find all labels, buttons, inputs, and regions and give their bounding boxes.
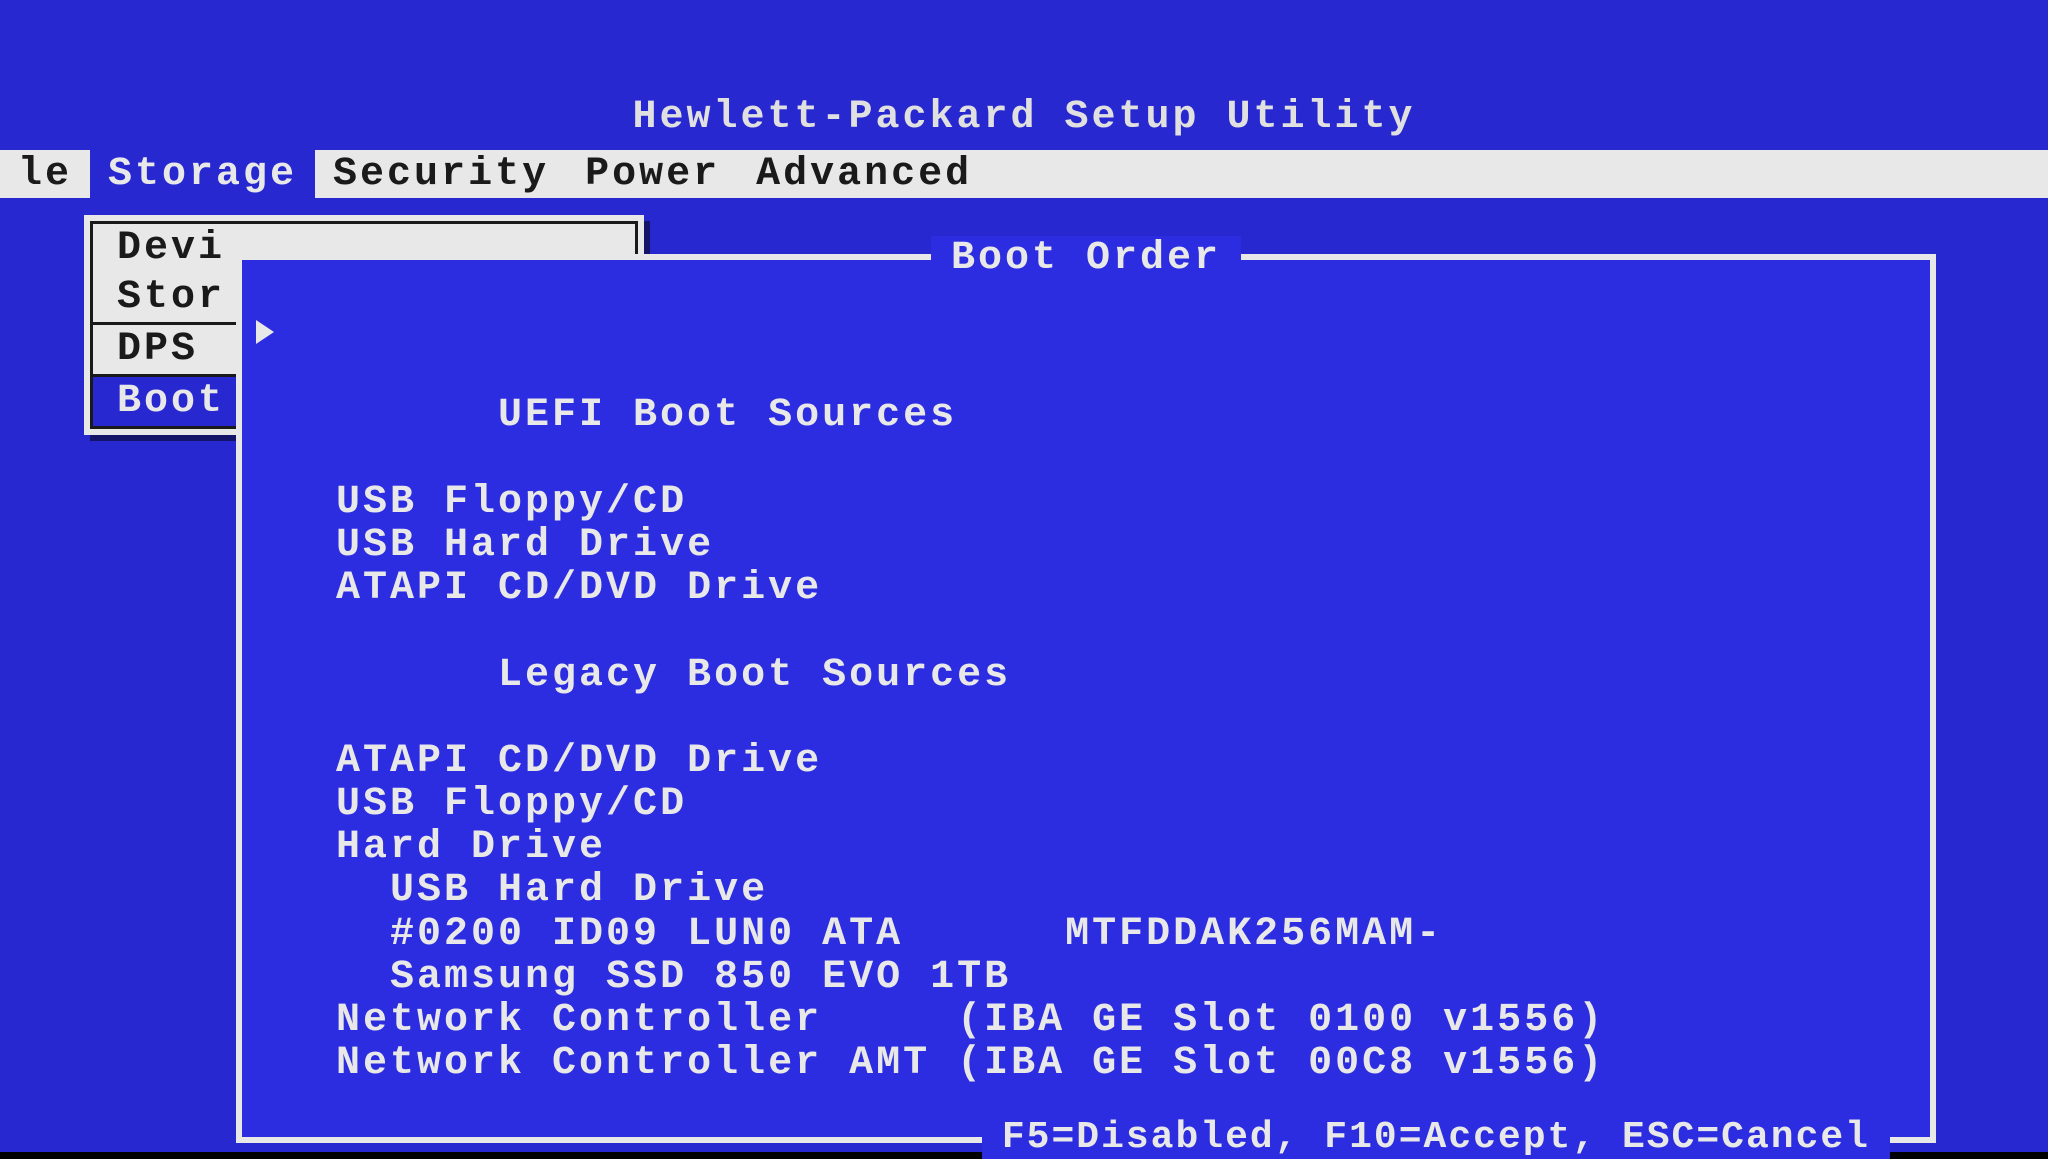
boot-item[interactable]: ATAPI CD/DVD Drive xyxy=(282,567,1890,610)
boot-list: UEFI Boot Sources USB Floppy/CD USB Hard… xyxy=(242,272,1930,1125)
boot-item[interactable]: Samsung SSD 850 EVO 1TB xyxy=(282,956,1890,999)
boot-item[interactable]: USB Hard Drive xyxy=(282,869,1890,912)
menu-advanced[interactable]: Advanced xyxy=(738,150,990,199)
boot-item-label: Hard Drive xyxy=(336,825,606,870)
menu-file[interactable]: le xyxy=(0,150,90,199)
boot-item[interactable]: USB Hard Drive xyxy=(282,524,1890,567)
boot-item[interactable]: USB Floppy/CD xyxy=(282,783,1890,826)
dialog-footer: F5=Disabled, F10=Accept, ESC=Cancel xyxy=(982,1116,1890,1159)
page-title: Hewlett-Packard Setup Utility xyxy=(0,85,2048,150)
boot-group-uefi[interactable]: UEFI Boot Sources xyxy=(282,308,1890,481)
boot-item-label: USB Floppy/CD xyxy=(336,782,687,827)
menu-security[interactable]: Security xyxy=(315,150,567,199)
boot-item-label: USB Floppy/CD xyxy=(336,480,687,525)
boot-item-label: #0200 ID09 LUN0 ATA MTFDDAK256MAM- xyxy=(336,912,1443,957)
boot-group-legacy[interactable]: Legacy Boot Sources xyxy=(282,610,1890,740)
menu-bar: le Storage Security Power Advanced xyxy=(0,150,2048,198)
menu-storage[interactable]: Storage xyxy=(90,150,315,199)
boot-item-label: Network Controller (IBA GE Slot 0100 v15… xyxy=(336,998,1605,1043)
triangle-right-icon xyxy=(256,320,274,344)
boot-item[interactable]: Network Controller AMT (IBA GE Slot 00C8… xyxy=(282,1042,1890,1085)
boot-item[interactable]: Hard Drive xyxy=(282,826,1890,869)
boot-group-label: Legacy Boot Sources xyxy=(498,653,1011,698)
boot-item-label: USB Hard Drive xyxy=(336,523,714,568)
boot-item-label: ATAPI CD/DVD Drive xyxy=(336,739,822,784)
boot-item[interactable]: Network Controller (IBA GE Slot 0100 v15… xyxy=(282,999,1890,1042)
boot-group-label: UEFI Boot Sources xyxy=(498,393,957,438)
bios-screen: Hewlett-Packard Setup Utility le Storage… xyxy=(0,0,2048,1152)
boot-item[interactable]: ATAPI CD/DVD Drive xyxy=(282,740,1890,783)
boot-item-label: Samsung SSD 850 EVO 1TB xyxy=(336,955,1011,1000)
menu-power[interactable]: Power xyxy=(567,150,738,199)
boot-item-label: Network Controller AMT (IBA GE Slot 00C8… xyxy=(336,1041,1605,1086)
dialog-title-wrap: Boot Order xyxy=(242,236,1930,281)
boot-item[interactable]: USB Floppy/CD xyxy=(282,481,1890,524)
boot-item-label: ATAPI CD/DVD Drive xyxy=(336,566,822,611)
boot-order-dialog: Boot Order UEFI Boot Sources USB Floppy/… xyxy=(236,254,1936,1143)
boot-item-label: USB Hard Drive xyxy=(336,868,768,913)
boot-item[interactable]: #0200 ID09 LUN0 ATA MTFDDAK256MAM- xyxy=(282,913,1890,956)
dialog-footer-wrap: F5=Disabled, F10=Accept, ESC=Cancel xyxy=(982,1116,1890,1159)
dialog-title: Boot Order xyxy=(931,236,1241,281)
